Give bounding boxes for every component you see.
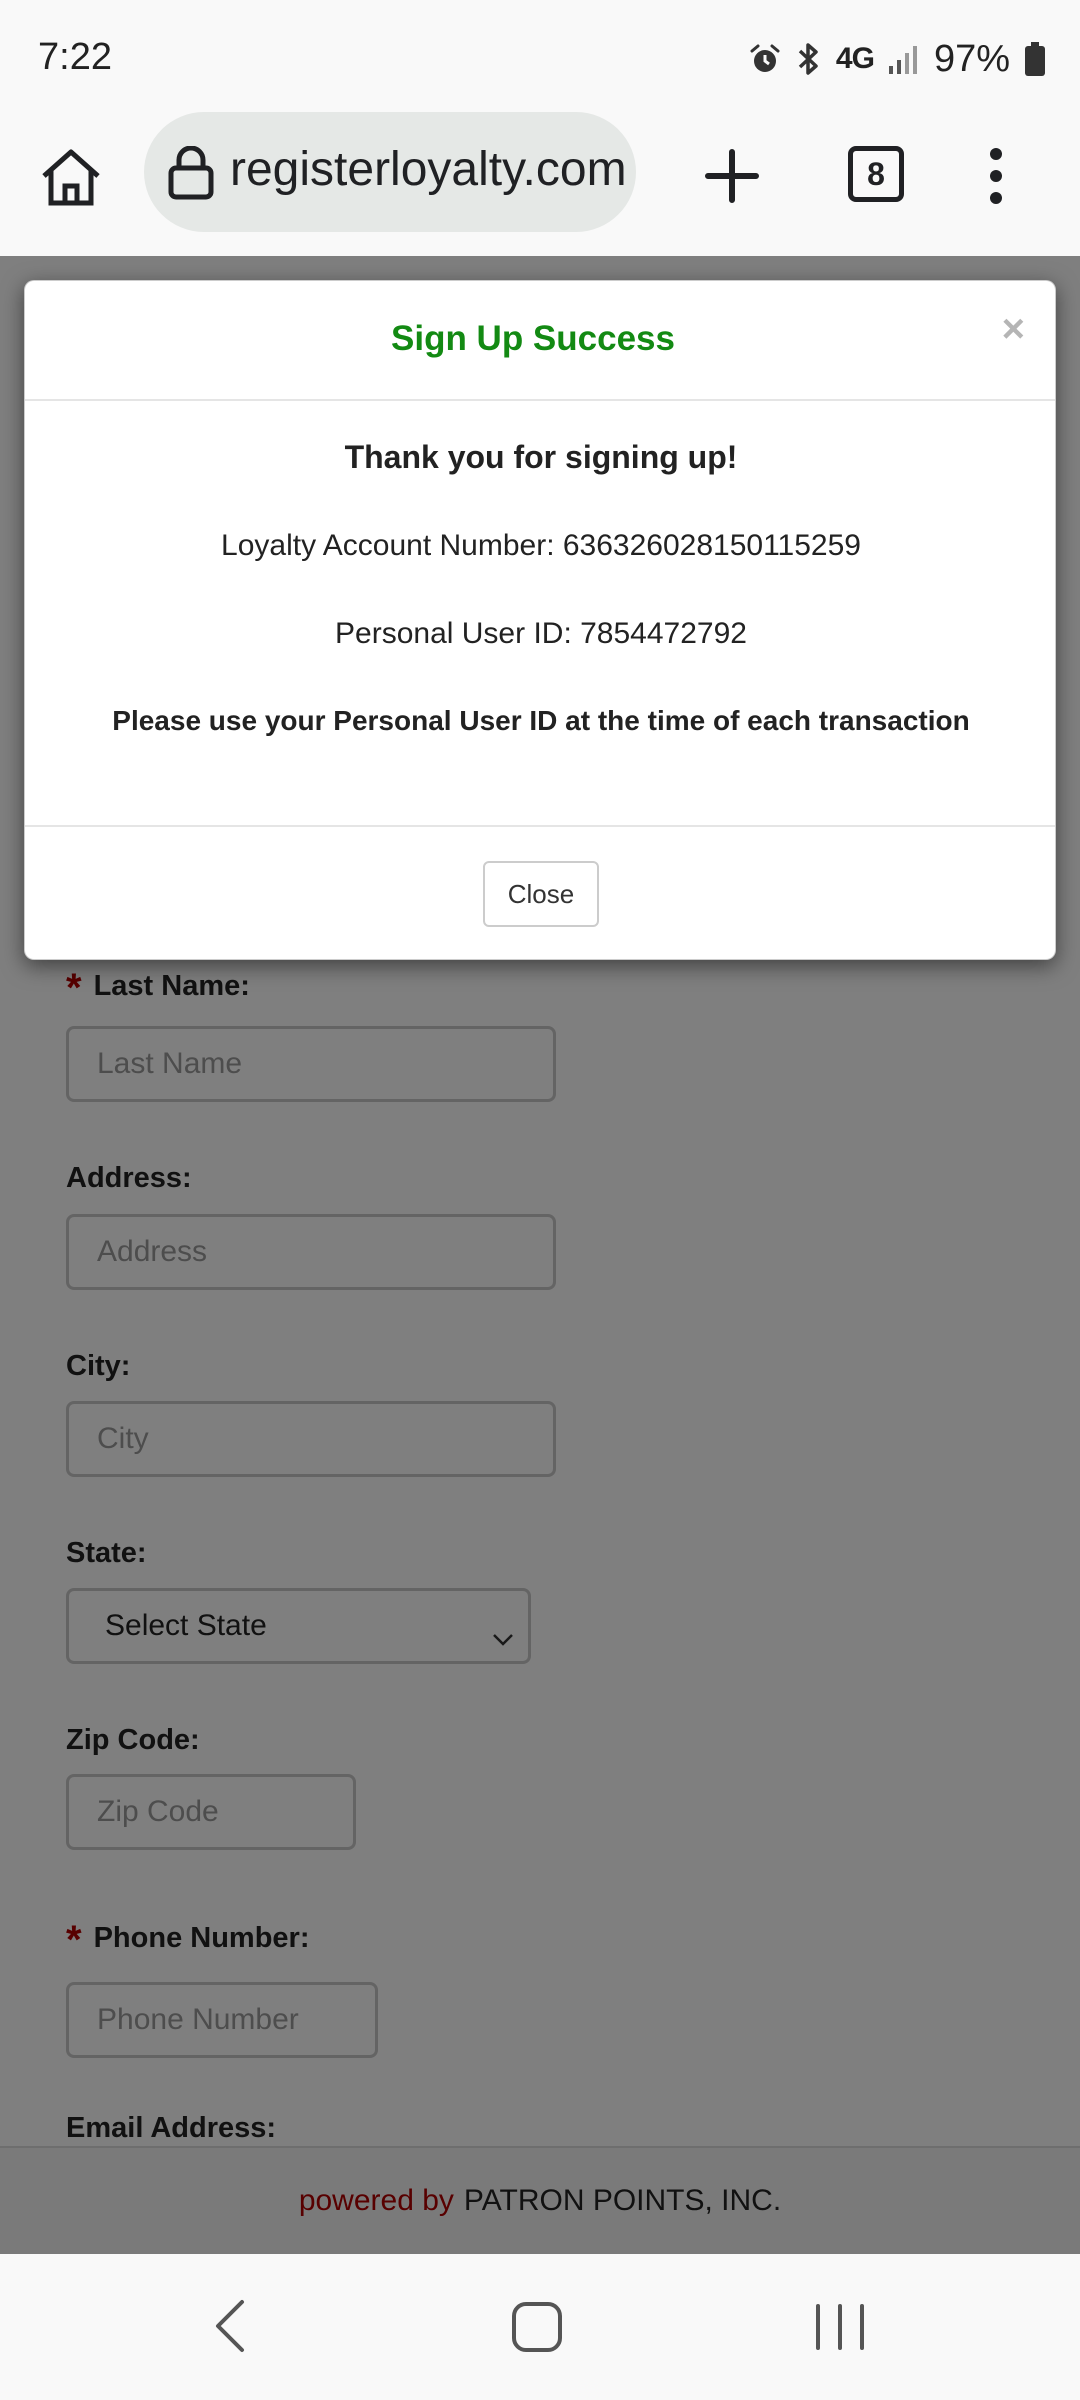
address-bar[interactable]: registerloyalty.com (144, 112, 636, 232)
home-nav-icon[interactable] (510, 2300, 564, 2359)
plus-icon[interactable] (700, 144, 764, 208)
status-icons: 4G 97% (748, 36, 1046, 82)
signal-icon (888, 44, 920, 74)
system-nav-bar (0, 2254, 1080, 2400)
thank-you-heading: Thank you for signing up! (344, 439, 738, 475)
bluetooth-icon (796, 41, 822, 77)
tabs-icon[interactable]: 8 (848, 146, 904, 202)
close-button[interactable]: Close (483, 861, 599, 927)
url-text: registerloyalty.com (230, 143, 627, 196)
dialog-header: Sign Up Success × (25, 281, 1055, 401)
battery-icon (1024, 41, 1046, 77)
dialog-footer: Close (25, 825, 1055, 961)
browser-toolbar: registerloyalty.com 8 (0, 112, 1080, 256)
dialog-body: Thank you for signing up! Loyalty Accoun… (25, 401, 1055, 825)
recents-icon[interactable] (812, 2302, 868, 2357)
signup-success-dialog: Sign Up Success × Thank you for signing … (24, 280, 1056, 960)
battery-percent: 97% (933, 37, 1010, 80)
status-bar: 7:22 4G 97% (0, 0, 1080, 112)
status-time: 7:22 (38, 36, 112, 78)
personal-user-id: Personal User ID: 7854472792 (335, 617, 747, 650)
network-type: 4G (835, 42, 875, 75)
lock-icon (166, 145, 216, 205)
loyalty-account-number: Loyalty Account Number: 6363260281501152… (221, 529, 861, 562)
back-icon[interactable] (210, 2298, 250, 2359)
more-vert-icon[interactable] (976, 146, 1016, 206)
close-icon[interactable]: × (1002, 307, 1025, 352)
user-id-instruction: Please use your Personal User ID at the … (112, 705, 970, 736)
home-icon[interactable] (36, 142, 106, 212)
dialog-title: Sign Up Success (391, 319, 675, 358)
alarm-icon (748, 42, 782, 76)
